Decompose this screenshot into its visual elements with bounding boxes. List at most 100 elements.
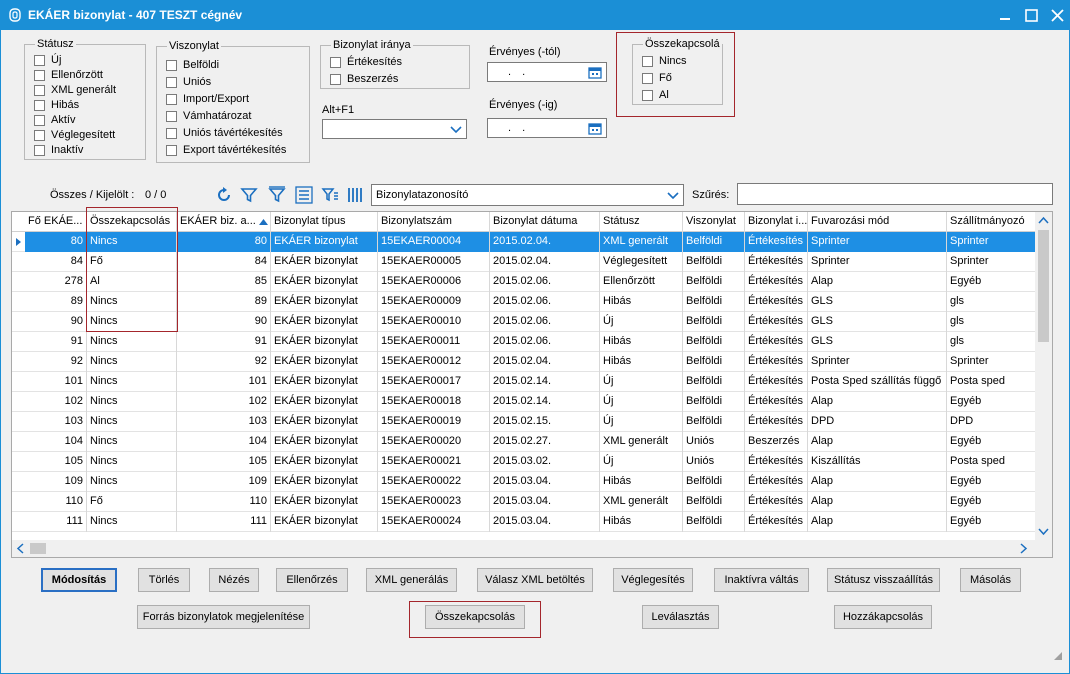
link-checkbox-row[interactable]: Al [642, 88, 669, 102]
table-cell[interactable]: Sprinter [808, 352, 947, 372]
attach-button[interactable]: Hozzákapcsolás [834, 605, 932, 629]
table-cell[interactable]: EKÁER bizonylat [271, 392, 378, 412]
close-button[interactable] [1044, 0, 1070, 30]
table-cell[interactable]: Kiszállítás [808, 452, 947, 472]
table-cell[interactable]: Értékesítés [745, 312, 808, 332]
table-cell[interactable]: Új [600, 312, 683, 332]
table-cell[interactable]: 85 [177, 272, 271, 292]
table-cell[interactable]: 2015.02.06. [490, 332, 600, 352]
table-cell[interactable]: 15EKAER00011 [378, 332, 490, 352]
modify-button[interactable]: Módosítás [41, 568, 117, 592]
relation-checkbox-row[interactable]: Uniós távértékesítés [166, 126, 283, 140]
table-cell[interactable]: Belföldi [683, 292, 745, 312]
table-cell[interactable]: 2015.02.04. [490, 352, 600, 372]
chevron-left-icon[interactable] [16, 543, 24, 554]
table-cell[interactable]: Értékesítés [745, 472, 808, 492]
chevron-down-icon[interactable] [1038, 528, 1049, 536]
table-cell[interactable]: Nincs [87, 512, 177, 532]
table-cell[interactable]: 110 [177, 492, 271, 512]
table-cell[interactable]: gls [947, 312, 1036, 332]
table-cell[interactable]: Értékesítés [745, 352, 808, 372]
column-header[interactable]: Státusz [600, 212, 683, 232]
table-row[interactable]: 110 Fő 110 EKÁER bizonylat 15EKAER00023 2015.… [12, 492, 1036, 512]
table-cell[interactable]: 2015.02.06. [490, 292, 600, 312]
table-cell[interactable]: Értékesítés [745, 452, 808, 472]
column-header[interactable]: Fuvarozási mód [808, 212, 947, 232]
relation-checkbox-row[interactable]: Import/Export [166, 92, 249, 106]
table-cell[interactable]: XML generált [600, 492, 683, 512]
status-checkbox-row[interactable]: Inaktív [34, 143, 83, 157]
table-cell[interactable]: GLS [808, 292, 947, 312]
relation-checkbox[interactable] [166, 144, 177, 156]
table-cell[interactable]: Belföldi [683, 492, 745, 512]
relation-checkbox[interactable] [166, 127, 177, 139]
status-checkbox-row[interactable]: Aktív [34, 113, 75, 127]
table-cell[interactable]: 2015.02.04. [490, 252, 600, 272]
table-cell[interactable]: gls [947, 292, 1036, 312]
table-row[interactable]: 92 Nincs 92 EKÁER bizonylat 15EKAER00012 2015… [12, 352, 1036, 372]
table-cell[interactable]: EKÁER bizonylat [271, 352, 378, 372]
table-cell[interactable]: Nincs [87, 392, 177, 412]
table-cell[interactable]: 15EKAER00019 [378, 412, 490, 432]
table-cell[interactable]: Új [600, 372, 683, 392]
link-checkbox-row[interactable]: Fő [642, 71, 672, 85]
copy-button[interactable]: Másolás [960, 568, 1021, 592]
valid-to-input[interactable]: . . [487, 118, 607, 138]
table-cell[interactable]: 111 [177, 512, 271, 532]
table-cell[interactable]: Hibás [600, 512, 683, 532]
table-cell[interactable]: DPD [808, 412, 947, 432]
relation-checkbox-row[interactable]: Belföldi [166, 58, 219, 72]
table-cell[interactable]: 92 [25, 352, 87, 372]
filter-clear-icon[interactable] [268, 186, 286, 204]
column-header[interactable]: Bizonylat dátuma [490, 212, 600, 232]
table-cell[interactable]: 102 [25, 392, 87, 412]
table-cell[interactable]: EKÁER bizonylat [271, 252, 378, 272]
table-cell[interactable]: 102 [177, 392, 271, 412]
table-cell[interactable]: 15EKAER00009 [378, 292, 490, 312]
table-cell[interactable]: Belföldi [683, 272, 745, 292]
direction-checkbox-row[interactable]: Beszerzés [330, 72, 398, 86]
valid-from-input[interactable]: . . [487, 62, 607, 82]
table-cell[interactable]: 15EKAER00020 [378, 432, 490, 452]
table-cell[interactable]: Egyéb [947, 432, 1036, 452]
status-checkbox-row[interactable]: Ellenőrzött [34, 68, 103, 82]
table-cell[interactable]: EKÁER bizonylat [271, 232, 378, 252]
table-cell[interactable]: Beszerzés [745, 432, 808, 452]
table-cell[interactable]: Alap [808, 512, 947, 532]
table-cell[interactable]: 105 [177, 452, 271, 472]
status-checkbox-row[interactable]: XML generált [34, 83, 116, 97]
table-cell[interactable]: 15EKAER00024 [378, 512, 490, 532]
check-button[interactable]: Ellenőrzés [276, 568, 348, 592]
link-checkbox[interactable] [642, 89, 653, 101]
table-cell[interactable]: Értékesítés [745, 272, 808, 292]
table-cell[interactable]: EKÁER bizonylat [271, 412, 378, 432]
table-cell[interactable]: GLS [808, 312, 947, 332]
link-checkbox-row[interactable]: Nincs [642, 54, 687, 68]
table-cell[interactable]: XML generált [600, 432, 683, 452]
delete-button[interactable]: Törlés [138, 568, 190, 592]
table-cell[interactable]: 91 [177, 332, 271, 352]
table-cell[interactable]: Értékesítés [745, 332, 808, 352]
column-header[interactable]: Bizonylatszám [378, 212, 490, 232]
table-cell[interactable]: 84 [25, 252, 87, 272]
table-cell[interactable]: 2015.03.04. [490, 512, 600, 532]
refresh-icon[interactable] [215, 186, 233, 204]
vertical-scrollbar[interactable] [1035, 212, 1052, 541]
table-cell[interactable]: 2015.02.27. [490, 432, 600, 452]
table-cell[interactable]: 15EKAER00018 [378, 392, 490, 412]
table-cell[interactable]: 104 [177, 432, 271, 452]
table-cell[interactable]: Hibás [600, 472, 683, 492]
chevron-up-icon[interactable] [1038, 216, 1049, 224]
table-cell[interactable]: Sprinter [808, 252, 947, 272]
table-cell[interactable]: Belföldi [683, 252, 745, 272]
detach-button[interactable]: Leválasztás [642, 605, 719, 629]
table-cell[interactable]: 2015.02.15. [490, 412, 600, 432]
table-cell[interactable]: 15EKAER00012 [378, 352, 490, 372]
table-row[interactable]: 103 Nincs 103 EKÁER bizonylat 15EKAER00019 20… [12, 412, 1036, 432]
minimize-button[interactable] [992, 0, 1018, 30]
direction-checkbox-row[interactable]: Értékesítés [330, 55, 402, 69]
status-checkbox[interactable] [34, 144, 45, 156]
field-select[interactable]: Bizonylatazonosító [371, 184, 684, 206]
relation-checkbox[interactable] [166, 76, 177, 88]
table-cell[interactable]: Alap [808, 492, 947, 512]
